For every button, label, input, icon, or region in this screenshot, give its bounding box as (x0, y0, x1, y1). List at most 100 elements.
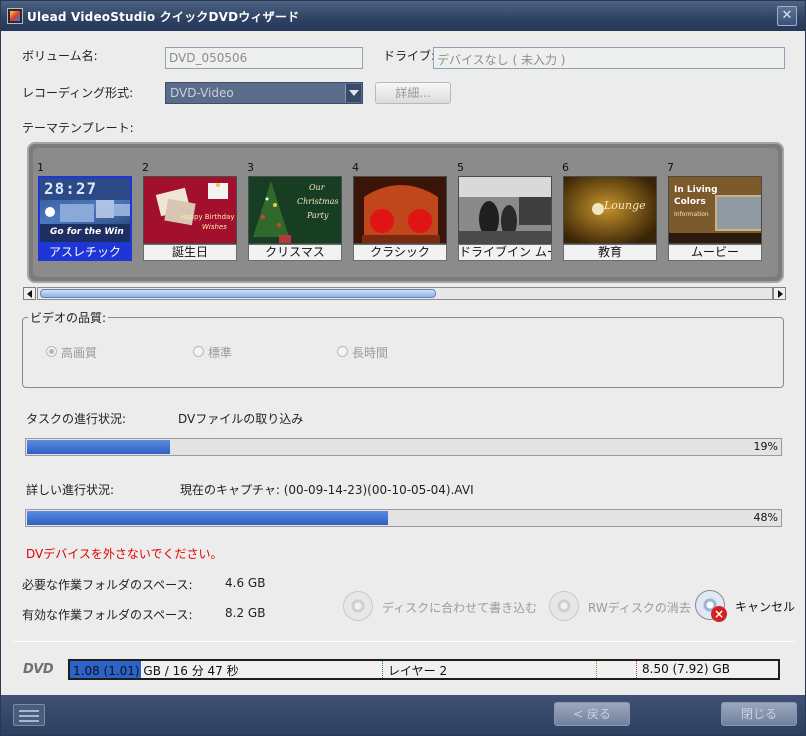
disc-total-text: 8.50 (7.92) GB (642, 662, 730, 676)
template-caption: クラシック (353, 244, 447, 261)
template-thumbnail: Our Christmas Party (248, 176, 342, 244)
chevron-down-icon[interactable] (345, 84, 361, 102)
template-thumbnail: Lounge (563, 176, 657, 244)
template-caption: 誕生日 (143, 244, 237, 261)
template-caption: アスレチック (38, 244, 132, 261)
scrollbar-track[interactable] (37, 287, 773, 300)
movie-thumb-text-2: Colors (674, 197, 706, 207)
footer-bar (1, 695, 805, 735)
detail-progress-fill (27, 511, 389, 525)
scrollbar-thumb[interactable] (40, 289, 436, 298)
athletic-clock-text: 28:27 (44, 179, 98, 198)
template-number: 7 (667, 161, 674, 174)
template-gallery: 1 28:27 Go for the Win アスレチック 2 Happy Bi… (27, 142, 784, 283)
available-space-label: 有効な作業フォルダのスペース: (22, 608, 193, 622)
scroll-left-icon[interactable] (23, 287, 36, 300)
dvd-logo: DVD (23, 662, 54, 677)
detail-progress-bar: 48% (25, 509, 782, 527)
template-thumbnail (458, 176, 552, 244)
section-divider (13, 641, 795, 642)
template-caption: 教育 (563, 244, 657, 261)
movie-thumb-text-3: Information (674, 211, 709, 218)
template-item-drive-in[interactable]: 5 ドライブイン ムー... (457, 161, 555, 262)
template-caption: ドライブイン ムー... (458, 244, 552, 261)
classic-thumbnail-art (354, 177, 446, 243)
close-window-button[interactable]: ✕ (777, 6, 797, 26)
detail-progress-status: 現在のキャプチャ: (00-09-14-23)(00-10-05-04).AVI (180, 483, 474, 497)
disc-erase-icon (549, 591, 579, 621)
template-thumbnail: 28:27 Go for the Win (38, 176, 132, 244)
menu-icon[interactable] (13, 704, 45, 726)
disc-layer-text: レイヤー 2 (388, 664, 448, 678)
template-number: 4 (352, 161, 359, 174)
birthday-thumbnail-art (144, 177, 236, 243)
template-caption: ムービー (668, 244, 762, 261)
quality-long-label: 長時間 (352, 346, 389, 360)
details-button[interactable]: 詳細... (375, 82, 451, 104)
quality-high-label: 高画質 (61, 346, 98, 360)
back-button[interactable]: < 戻る (554, 702, 630, 726)
drive-in-thumbnail-art (459, 177, 551, 243)
template-scrollbar[interactable] (23, 287, 787, 300)
erase-rw-button[interactable]: RWディスクの消去 (549, 591, 691, 625)
template-number: 2 (142, 161, 149, 174)
birthday-thumb-text-2: Wishes (202, 223, 227, 231)
disc-used-text: 1.08 (1.01) GB / 16 分 47 秒 (73, 664, 239, 678)
required-space-value: 4.6 GB (225, 576, 266, 590)
template-thumbnail: Happy Birthday Wishes (143, 176, 237, 244)
quality-high-radio[interactable] (46, 346, 57, 357)
task-progress-status: DVファイルの取り込み (178, 412, 304, 426)
quality-standard-label: 標準 (208, 346, 233, 360)
wizard-window: Ulead VideoStudio クイックDVDウィザード ✕ ボリューム名:… (0, 0, 806, 736)
recording-format-value: DVD-Video (170, 86, 234, 100)
birthday-thumb-text-1: Happy Birthday (180, 213, 235, 221)
required-space-label: 必要な作業フォルダのスペース: (22, 578, 193, 592)
burn-fit-label: ディスクに合わせて書き込む (382, 601, 538, 615)
template-caption: クリスマス (248, 244, 342, 261)
app-icon (7, 8, 23, 24)
capacity-marker (596, 661, 597, 678)
erase-rw-label: RWディスクの消去 (588, 601, 691, 615)
volume-name-label: ボリューム名: (22, 49, 98, 63)
drive-label: ドライブ: (383, 49, 436, 63)
layer-marker (382, 661, 383, 678)
template-thumbnail: In Living Colors Information (668, 176, 762, 244)
template-item-birthday[interactable]: 2 Happy Birthday Wishes 誕生日 (142, 161, 240, 262)
task-progress-percent: 19% (753, 440, 778, 453)
quality-standard-radio[interactable] (193, 346, 204, 357)
title-bar[interactable]: Ulead VideoStudio クイックDVDウィザード ✕ (1, 1, 805, 31)
christmas-thumb-text-1: Our (309, 183, 325, 192)
template-gallery-inner: 1 28:27 Go for the Win アスレチック 2 Happy Bi… (33, 148, 778, 277)
template-item-christmas[interactable]: 3 Our Christmas Party クリスマス (247, 161, 345, 262)
template-item-education[interactable]: 6 Lounge 教育 (562, 161, 660, 262)
video-quality-label: ビデオの品質: (28, 309, 109, 326)
task-progress-fill (27, 440, 171, 454)
quality-long-radio[interactable] (337, 346, 348, 357)
recording-format-select[interactable]: DVD-Video (165, 82, 363, 104)
christmas-thumb-text-2: Christmas (297, 197, 339, 206)
cancel-x-icon: × (711, 606, 727, 622)
template-item-classic[interactable]: 4 クラシック (352, 161, 450, 262)
cancel-label: キャンセル (735, 600, 796, 614)
limit-marker (636, 661, 637, 678)
detail-progress-percent: 48% (753, 511, 778, 524)
cancel-button[interactable]: × キャンセル (695, 590, 795, 624)
template-number: 3 (247, 161, 254, 174)
movie-thumb-text-1: In Living (674, 185, 718, 195)
disc-capacity-bar: 1.08 (1.01) GB / 16 分 47 秒 レイヤー 2 8.50 (… (68, 659, 780, 680)
template-item-movie[interactable]: 7 In Living Colors Information ムービー (667, 161, 765, 262)
recording-format-label: レコーディング形式: (22, 86, 134, 100)
template-number: 1 (37, 161, 44, 174)
burn-fit-button[interactable]: ディスクに合わせて書き込む (343, 591, 539, 625)
template-thumbnail (353, 176, 447, 244)
close-button[interactable]: 閉じる (721, 702, 797, 726)
task-progress-label: タスクの進行状況: (26, 412, 127, 426)
scroll-right-icon[interactable] (773, 287, 786, 300)
window-title: Ulead VideoStudio クイックDVDウィザード (27, 10, 300, 24)
volume-name-input[interactable]: DVD_050506 (165, 47, 363, 69)
template-number: 5 (457, 161, 464, 174)
video-quality-group (22, 317, 784, 388)
athletic-thumb-text: Go for the Win (50, 227, 124, 237)
template-item-athletic[interactable]: 1 28:27 Go for the Win アスレチック (37, 161, 135, 262)
education-thumb-text: Lounge (604, 199, 646, 212)
